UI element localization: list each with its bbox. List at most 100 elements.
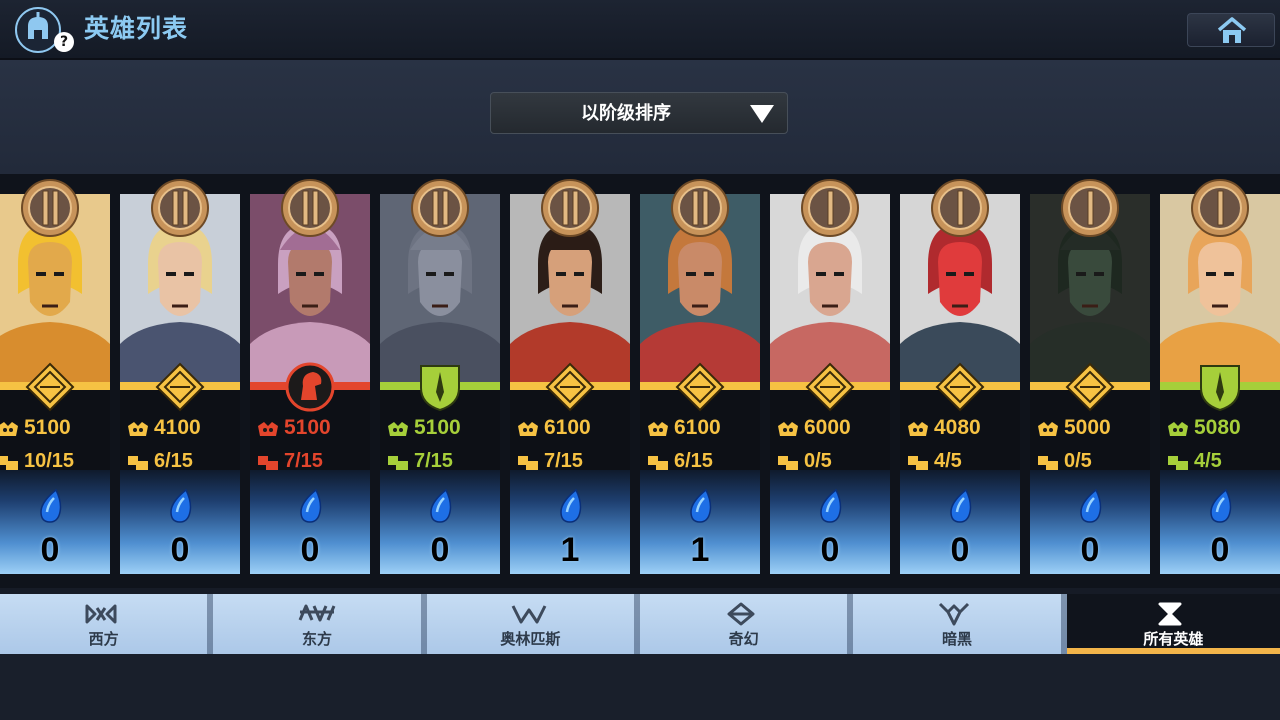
level-icon [258,456,278,470]
soul-gem-icon [560,488,582,523]
triangle-down-icon [750,105,774,123]
sort-label: 以阶级排序 [581,103,671,124]
tab-western-faction[interactable]: 西方 [0,594,214,654]
tab-dark-faction[interactable]: 暗黑 [853,594,1067,654]
power-icon [258,422,278,436]
level-value: 7/15 [284,450,323,472]
archer-class-icon [935,362,985,412]
archer-class-icon [155,362,205,412]
hero-card[interactable]: 4080 4/5 0 [900,179,1020,574]
hero-card[interactable]: 4100 6/15 0 [120,179,240,574]
hero-card[interactable]: 5100 7/15 0 [250,179,370,574]
power-icon [128,422,148,436]
gem-count: 0 [820,531,840,569]
soul-gem-icon [690,488,712,523]
soul-gem-icon [1210,488,1232,523]
rank-medal-icon [1061,179,1119,237]
gem-count: 1 [690,531,710,569]
gem-count: 0 [170,531,190,569]
tab-label: 东方 [301,630,332,648]
power-value: 4080 [934,416,981,439]
power-icon [518,422,538,436]
rank-medal-icon [411,179,469,237]
help-icon[interactable]: ? [54,32,74,52]
level-value: 4/5 [1194,450,1222,472]
soul-gem-icon [950,488,972,523]
hero-card[interactable]: 6000 0/5 0 [770,179,890,574]
hero-card[interactable]: 6100 7/15 1 [510,179,630,574]
hero-list: 5100 10/15 0 4100 6/15 0 5100 7/15 0 5100 7/15 0 610… [0,174,1280,588]
home-button[interactable] [1187,13,1275,47]
hero-card[interactable]: 6100 6/15 1 [640,179,760,574]
archer-class-icon [25,362,75,412]
power-value: 6000 [804,416,851,439]
footer [0,654,1280,720]
level-icon [0,456,18,470]
gem-count: 0 [1080,531,1100,569]
sort-dropdown[interactable]: 以阶级排序 [490,92,788,134]
level-value: 6/15 [154,450,193,472]
archer-class-icon [1065,362,1115,412]
cavalry-class-icon [285,362,335,412]
faction-tabs: 西方 东方 奥林匹斯 奇幻 暗黑 所有英雄 [0,594,1280,654]
rank-medal-icon [1191,179,1249,237]
tab-label: 奇幻 [728,630,759,648]
soul-gem-icon [430,488,452,523]
olympus-faction-icon [511,605,547,624]
dark-faction-icon [938,602,970,626]
level-value: 7/15 [414,450,453,472]
power-value: 5100 [414,416,461,439]
level-value: 0/5 [1064,450,1092,472]
tab-label: 所有英雄 [1143,630,1204,648]
level-icon [518,456,538,470]
hero-card[interactable]: 5100 10/15 0 [0,179,110,574]
power-icon [1038,422,1058,436]
power-value: 5100 [284,416,331,439]
level-icon [908,456,928,470]
soul-gem-icon [820,488,842,523]
tab-eastern-faction[interactable]: 东方 [213,594,427,654]
soul-gem-icon [1080,488,1102,523]
infantry-class-icon [420,365,460,412]
gem-count: 1 [560,531,580,569]
power-icon [778,422,798,436]
gem-count: 0 [430,531,450,569]
rank-medal-icon [931,179,989,237]
level-icon [1038,456,1058,470]
gem-count: 0 [950,531,970,569]
hero-card[interactable]: 5000 0/5 0 [1030,179,1150,574]
rank-medal-icon [281,179,339,237]
page-title: 英雄列表 [84,14,189,43]
hourglass-icon [1158,602,1182,626]
fantasy-faction-icon [727,602,755,626]
soul-gem-icon [170,488,192,523]
level-icon [778,456,798,470]
power-value: 5000 [1064,416,1111,439]
level-value: 10/15 [24,450,75,472]
power-value: 5080 [1194,416,1241,439]
level-value: 4/5 [934,450,962,472]
soul-gem-icon [300,488,322,523]
power-value: 6100 [674,416,721,439]
tab-label: 奥林匹斯 [500,630,561,648]
power-value: 6100 [544,416,591,439]
gem-count: 0 [300,531,320,569]
gem-count: 0 [1210,531,1230,569]
tab-olympus-faction[interactable]: 奥林匹斯 [426,594,640,654]
level-value: 0/5 [804,450,832,472]
tab-label: 西方 [88,630,119,648]
power-icon [0,422,18,436]
power-icon [648,422,668,436]
power-icon [908,422,928,436]
tab-hourglass[interactable]: 所有英雄 [1066,594,1280,654]
level-icon [1168,456,1188,470]
level-value: 6/15 [674,450,713,472]
level-icon [648,456,668,470]
hero-card[interactable]: 5080 4/5 0 [1160,179,1280,574]
hero-card[interactable]: 5100 7/15 0 [380,179,500,574]
tab-fantasy-faction[interactable]: 奇幻 [640,594,854,654]
rank-medal-icon [801,179,859,237]
eastern-faction-icon [298,604,336,622]
rank-medal-icon [671,179,729,237]
tab-label: 暗黑 [941,630,972,648]
